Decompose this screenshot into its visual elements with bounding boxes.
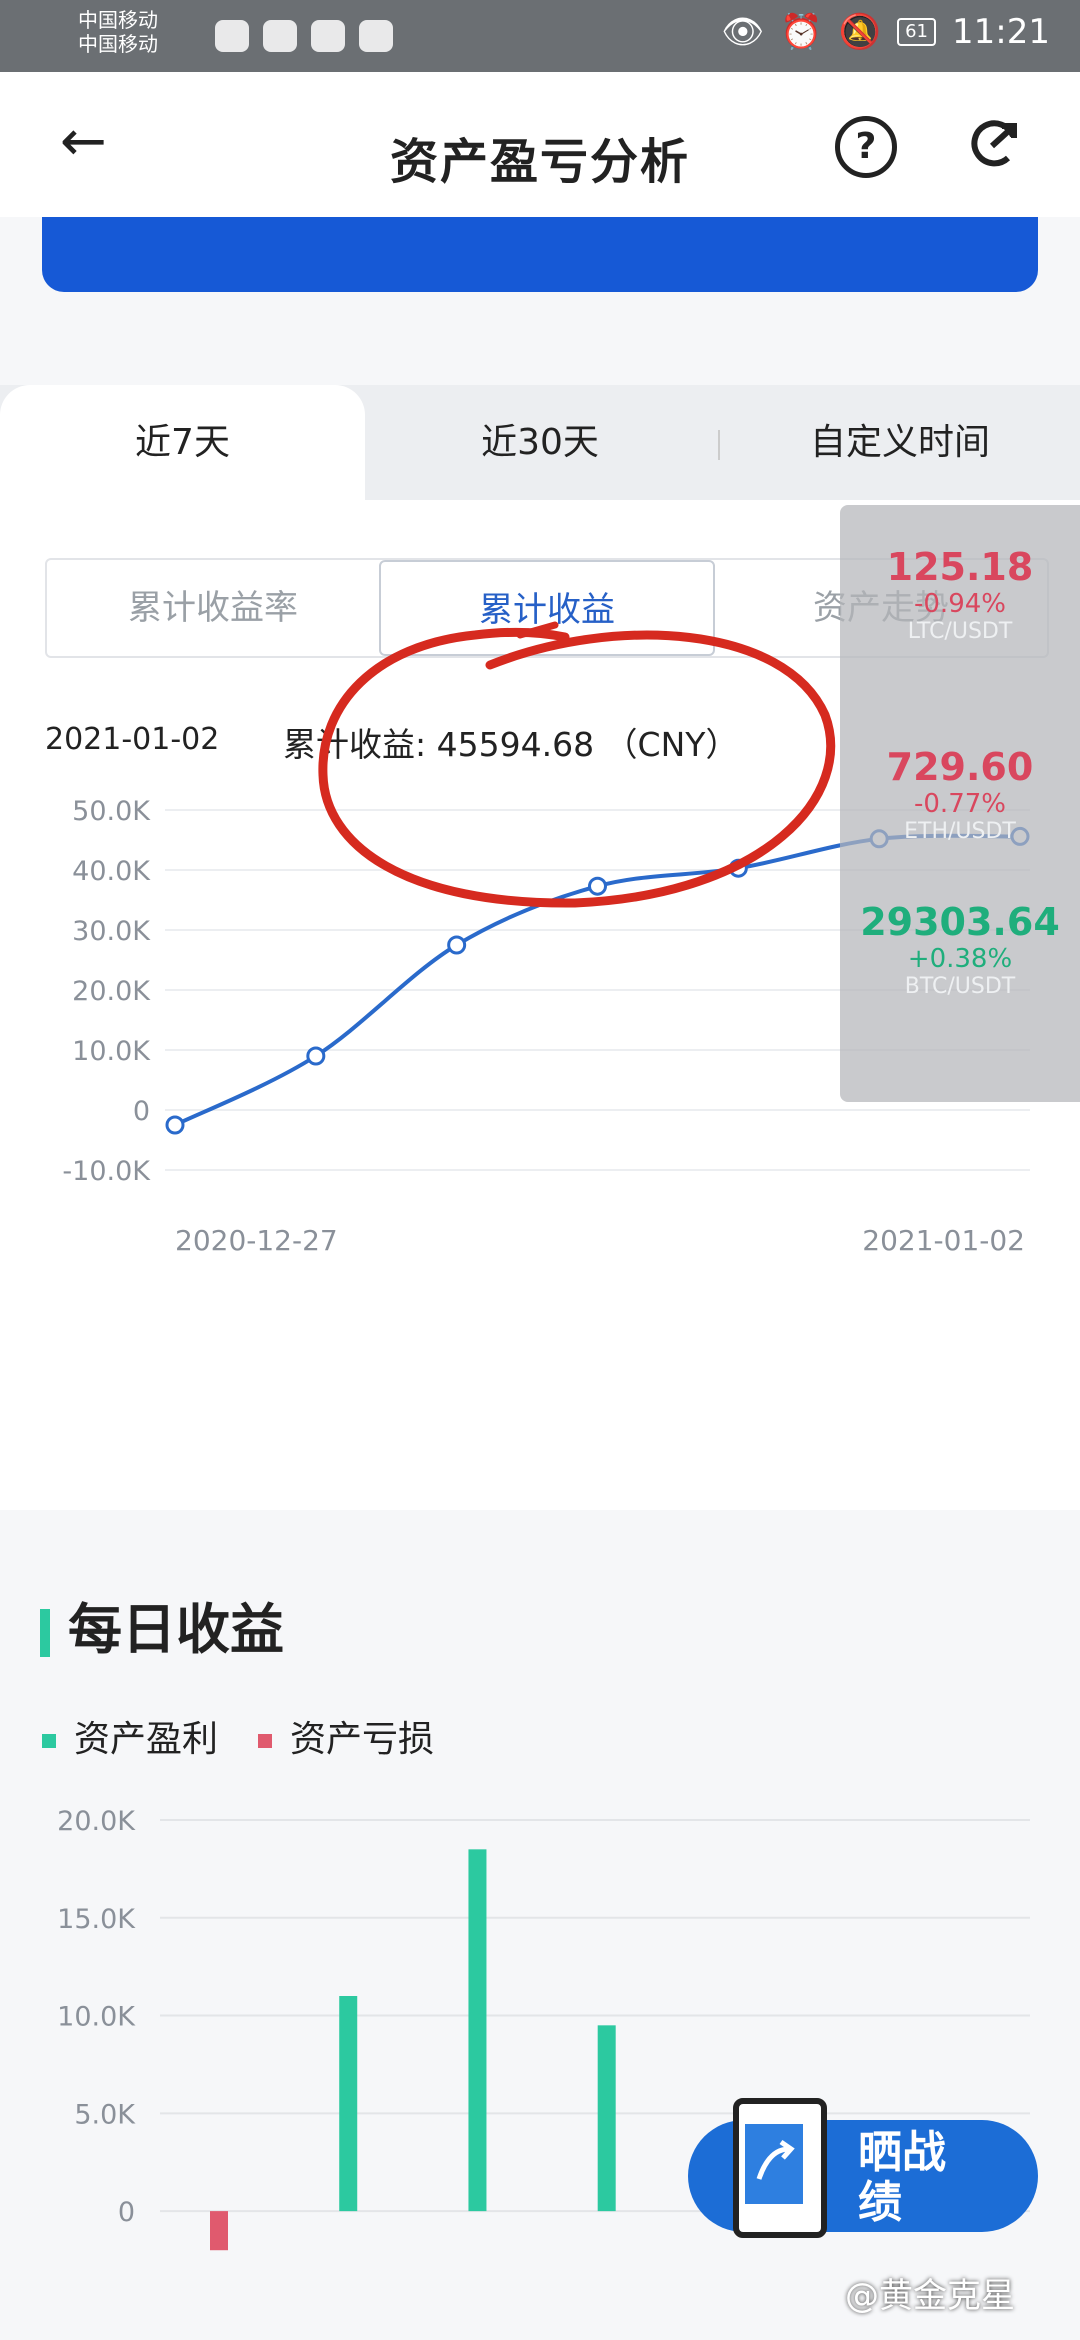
y-tick-label: 50.0K <box>72 796 151 827</box>
daily-title-text: 每日收益 <box>68 1598 284 1661</box>
legend-profit-label: 资产盈利 <box>74 1719 219 1760</box>
y-tick-label: 15.0K <box>57 1904 136 1935</box>
app-notification-icon <box>359 20 393 52</box>
battery-indicator: 61 <box>897 18 937 46</box>
profit-bar[interactable] <box>597 2025 616 2212</box>
summary-card <box>42 217 1038 292</box>
phone-share-icon <box>733 2098 827 2238</box>
carrier-info: 中国移动 中国移动 <box>78 8 158 56</box>
ticker-change: -0.94% <box>914 589 1006 619</box>
alarm-icon: ⏰ <box>780 12 823 52</box>
ticker-eth: 729.60 -0.77% ETH/USDT <box>840 745 1080 844</box>
help-icon[interactable]: ? <box>835 116 897 178</box>
ticker-ltc: 125.18 -0.94% LTC/USDT <box>840 545 1080 644</box>
ticker-price: 29303.64 <box>860 900 1060 944</box>
legend-loss-swatch <box>258 1734 273 1748</box>
ticker-change: -0.77% <box>914 789 1006 819</box>
daily-profit-title: 每日收益 <box>40 1585 284 1664</box>
data-point[interactable] <box>447 935 467 955</box>
legend-profit[interactable]: 资产盈利 <box>42 1710 218 1762</box>
y-tick-label: 10.0K <box>72 1036 151 1067</box>
y-tick-label: 10.0K <box>57 2002 136 2033</box>
y-tick-label: 20.0K <box>72 976 151 1007</box>
ticker-price: 125.18 <box>886 545 1034 589</box>
status-bar: 中国移动 中国移动 👁 ⏰ 🔕 61 11:21 <box>0 0 1080 72</box>
y-tick-label: 0 <box>118 2197 135 2228</box>
red-circle-annotation <box>318 621 836 908</box>
ticker-btc: 29303.64 +0.38% BTC/USDT <box>840 900 1080 999</box>
x-tick-label: 2021-01-02 <box>862 1224 1025 1257</box>
y-tick-label: 5.0K <box>74 2099 136 2130</box>
data-point[interactable] <box>306 1046 326 1066</box>
share-icon[interactable] <box>968 116 1022 170</box>
carrier-2: 中国移动 <box>78 32 158 56</box>
status-right: 👁 ⏰ 🔕 61 11:21 <box>721 12 1050 52</box>
tab-30-days[interactable]: 近30天 <box>365 385 715 500</box>
share-results-button[interactable]: 晒战绩 <box>688 2098 1038 2238</box>
clock: 11:21 <box>952 12 1050 52</box>
app-header: ← 资产盈亏分析 ? <box>0 72 1080 217</box>
profit-bar[interactable] <box>468 1849 487 2212</box>
ticker-price: 729.60 <box>886 745 1034 789</box>
daily-profit-bar-chart[interactable]: 20.0K 15.0K 10.0K 5.0K 0 <box>0 1800 1080 2340</box>
y-tick-label: -10.0K <box>62 1156 151 1187</box>
selected-date: 2021-01-02 <box>45 722 220 757</box>
wechat-icon <box>263 20 297 52</box>
page-title: 资产盈亏分析 <box>389 134 690 190</box>
profit-bar[interactable] <box>339 1996 358 2212</box>
y-tick-label: 30.0K <box>72 916 151 947</box>
y-tick-label: 20.0K <box>57 1806 136 1837</box>
tab-custom-time[interactable]: 自定义时间 <box>720 385 1080 500</box>
y-tick-label: 40.0K <box>72 856 151 887</box>
loss-bar[interactable] <box>210 2211 228 2251</box>
period-tabs: 近7天 近30天 自定义时间 <box>0 385 1080 500</box>
ticker-change: +0.38% <box>907 944 1013 974</box>
ticker-pair: LTC/USDT <box>907 619 1013 644</box>
watermark: @黄金克星 <box>845 2276 1015 2316</box>
carrier-1: 中国移动 <box>78 8 158 32</box>
chart-legend: 资产盈利 资产亏损 <box>42 1710 434 1762</box>
notification-icons <box>215 20 393 52</box>
browser-icon <box>311 20 345 52</box>
data-point[interactable] <box>165 1115 185 1135</box>
mute-icon: 🔕 <box>838 12 882 52</box>
section-accent-bar <box>40 1609 50 1658</box>
ticker-pair: BTC/USDT <box>904 974 1016 999</box>
legend-profit-swatch <box>42 1734 56 1748</box>
tab-7-days[interactable]: 近7天 <box>0 385 365 500</box>
x-tick-label: 2020-12-27 <box>175 1224 338 1257</box>
app-icon <box>215 20 249 52</box>
legend-loss-label: 资产亏损 <box>290 1719 435 1760</box>
share-button-label: 晒战绩 <box>858 2127 946 2228</box>
price-ticker-overlay[interactable]: 125.18 -0.94% LTC/USDT 729.60 -0.77% ETH… <box>840 505 1080 1102</box>
eye-icon: 👁 <box>721 12 765 52</box>
legend-loss[interactable]: 资产亏损 <box>258 1710 434 1762</box>
ticker-pair: ETH/USDT <box>904 819 1016 844</box>
y-tick-label: 0 <box>133 1096 150 1127</box>
daily-profit-section: 每日收益 资产盈利 资产亏损 20.0K 15.0K 10.0K 5.0K 0 晒战绩 … <box>0 1510 1080 2340</box>
